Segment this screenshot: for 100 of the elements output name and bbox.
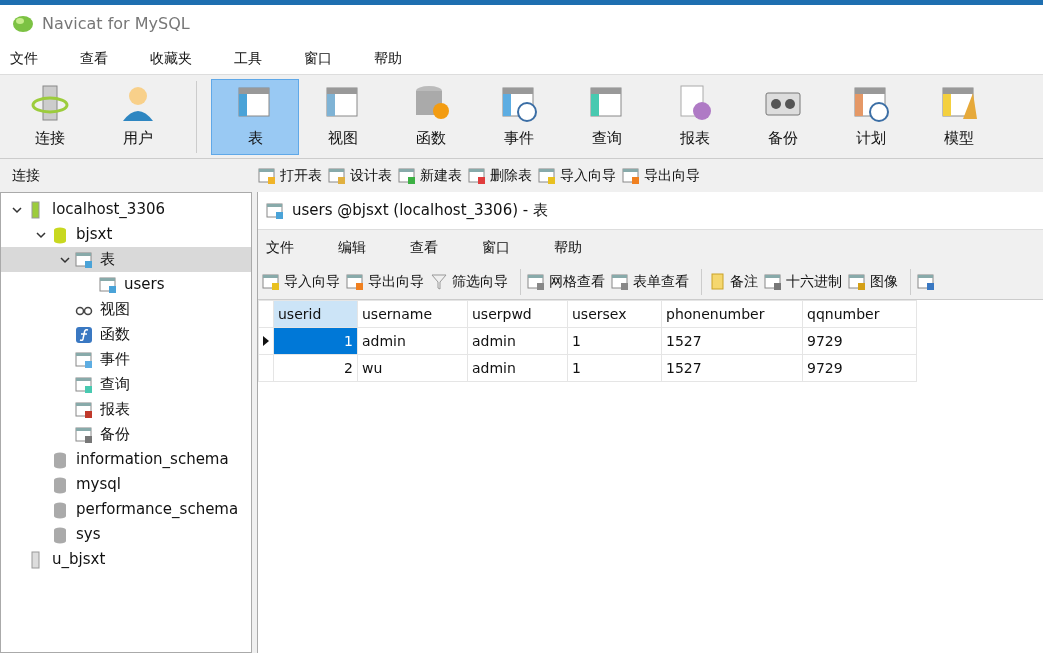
toolbar-button[interactable]: 打开表 <box>258 165 322 186</box>
toolbar-button[interactable]: 导出向导 <box>622 165 700 186</box>
menu-item[interactable]: 文件 <box>0 47 48 69</box>
menu-item[interactable]: 查看 <box>70 47 118 69</box>
tree-item[interactable]: users <box>1 272 251 297</box>
toolbar-button[interactable]: 备份 <box>739 78 827 155</box>
toolbar-button[interactable]: 筛选向导 <box>430 271 508 292</box>
window-title: Navicat for MySQL <box>42 12 190 35</box>
toolbar-button[interactable]: 导入向导 <box>538 165 616 186</box>
database-icon <box>51 525 69 544</box>
table-cell: 9729 <box>802 327 917 355</box>
column-header[interactable]: username <box>357 300 468 328</box>
tree-item[interactable]: sys <box>1 522 251 547</box>
toolbar-button[interactable]: 查询 <box>563 78 651 155</box>
toolbar-button[interactable]: 用户 <box>94 78 182 155</box>
table-icon <box>266 201 284 220</box>
toolbar-button[interactable]: 备注 <box>708 271 758 292</box>
tree-item[interactable]: 查询 <box>1 372 251 397</box>
table-cell: 1527 <box>661 354 803 382</box>
tree-label: performance_schema <box>76 499 239 521</box>
database-icon <box>51 225 69 244</box>
toolbar-button[interactable]: 图像 <box>848 271 898 292</box>
toolbar-button[interactable]: 视图 <box>299 78 387 155</box>
menu-item[interactable]: 文件 <box>258 236 302 258</box>
menu-item[interactable]: 查看 <box>402 236 446 258</box>
tree-label: 备份 <box>100 424 130 446</box>
table-cell: admin <box>467 327 568 355</box>
tree-label: bjsxt <box>76 224 113 246</box>
toolbar-button[interactable]: 表 <box>211 78 299 155</box>
column-header[interactable]: phonenumber <box>661 300 803 328</box>
tree-label: mysql <box>76 474 121 496</box>
tree-label: information_schema <box>76 449 229 471</box>
tree-label: 表 <box>100 249 115 271</box>
menu-item[interactable]: 窗口 <box>474 236 518 258</box>
database-icon <box>51 450 69 469</box>
tree-item[interactable]: 表 <box>1 247 251 272</box>
toolbar-button[interactable]: 设计表 <box>328 165 392 186</box>
column-header[interactable]: userpwd <box>467 300 568 328</box>
tree-item[interactable]: performance_schema <box>1 497 251 522</box>
table-icon <box>99 275 117 294</box>
toolbar-button[interactable]: 模型 <box>915 78 1003 155</box>
tree-item[interactable]: mysql <box>1 472 251 497</box>
toolbar-button[interactable]: 报表 <box>651 78 739 155</box>
table-icon <box>75 375 93 394</box>
table-cell: 9729 <box>802 354 917 382</box>
tree-label: 视图 <box>100 299 130 321</box>
tree-item[interactable]: information_schema <box>1 447 251 472</box>
tree-label: 事件 <box>100 349 130 371</box>
note-icon <box>708 272 726 291</box>
row-pointer-icon <box>261 335 271 347</box>
menu-item[interactable]: 编辑 <box>330 236 374 258</box>
toolbar-button[interactable]: 连接 <box>6 78 94 155</box>
table-cell: wu <box>357 354 468 382</box>
tree-item[interactable]: bjsxt <box>1 222 251 247</box>
toolbar-button[interactable]: 表单查看 <box>611 271 689 292</box>
column-header[interactable]: qqnumber <box>802 300 917 328</box>
toolbar-button[interactable]: 网格查看 <box>527 271 605 292</box>
tree-item[interactable]: 函数 <box>1 322 251 347</box>
table-cell: 1527 <box>661 327 803 355</box>
toolbar-button[interactable]: 新建表 <box>398 165 462 186</box>
column-header[interactable]: userid <box>273 300 358 328</box>
database-icon <box>51 500 69 519</box>
tree-item[interactable]: 视图 <box>1 297 251 322</box>
toolbar-button[interactable]: 删除表 <box>468 165 532 186</box>
column-header[interactable]: usersex <box>567 300 662 328</box>
tree-item[interactable]: 报表 <box>1 397 251 422</box>
toolbar-button[interactable]: 十六进制 <box>764 271 842 292</box>
toolbar-button[interactable]: 事件 <box>475 78 563 155</box>
table-icon <box>75 250 93 269</box>
tree-item[interactable]: 备份 <box>1 422 251 447</box>
tree-label: 报表 <box>100 399 130 421</box>
tree-item[interactable]: u_bjsxt <box>1 547 251 572</box>
filter-icon <box>430 272 448 291</box>
tab-title: users @bjsxt (localhost_3306) - 表 <box>292 200 548 222</box>
table-cell: 2 <box>273 354 358 382</box>
table-cell: 1 <box>567 327 662 355</box>
menu-item[interactable]: 窗口 <box>294 47 342 69</box>
tree-label: localhost_3306 <box>52 199 165 221</box>
table-cell: 1 <box>567 354 662 382</box>
menu-item[interactable]: 帮助 <box>364 47 412 69</box>
tree-label: u_bjsxt <box>52 549 106 571</box>
panel-title: 连接 <box>11 166 41 185</box>
table-cell: admin <box>467 354 568 382</box>
toolbar-button[interactable]: 函数 <box>387 78 475 155</box>
tree-item[interactable]: 事件 <box>1 347 251 372</box>
menu-item[interactable]: 工具 <box>224 47 272 69</box>
leaf-logo-icon <box>12 13 34 34</box>
tree-label: sys <box>76 524 101 546</box>
toolbar-button[interactable]: 计划 <box>827 78 915 155</box>
tree-label: users <box>124 274 165 296</box>
tree-item[interactable]: localhost_3306 <box>1 197 251 222</box>
toolbar-button[interactable]: 导入向导 <box>262 271 340 292</box>
toolbar-button[interactable]: 导出向导 <box>346 271 424 292</box>
row-indicator[interactable] <box>258 327 274 355</box>
server-icon <box>30 83 70 124</box>
menu-item[interactable]: 帮助 <box>546 236 590 258</box>
database-icon <box>51 475 69 494</box>
tree-label: 查询 <box>100 374 130 396</box>
tree-label: 函数 <box>100 324 130 346</box>
menu-item[interactable]: 收藏夹 <box>140 47 202 69</box>
